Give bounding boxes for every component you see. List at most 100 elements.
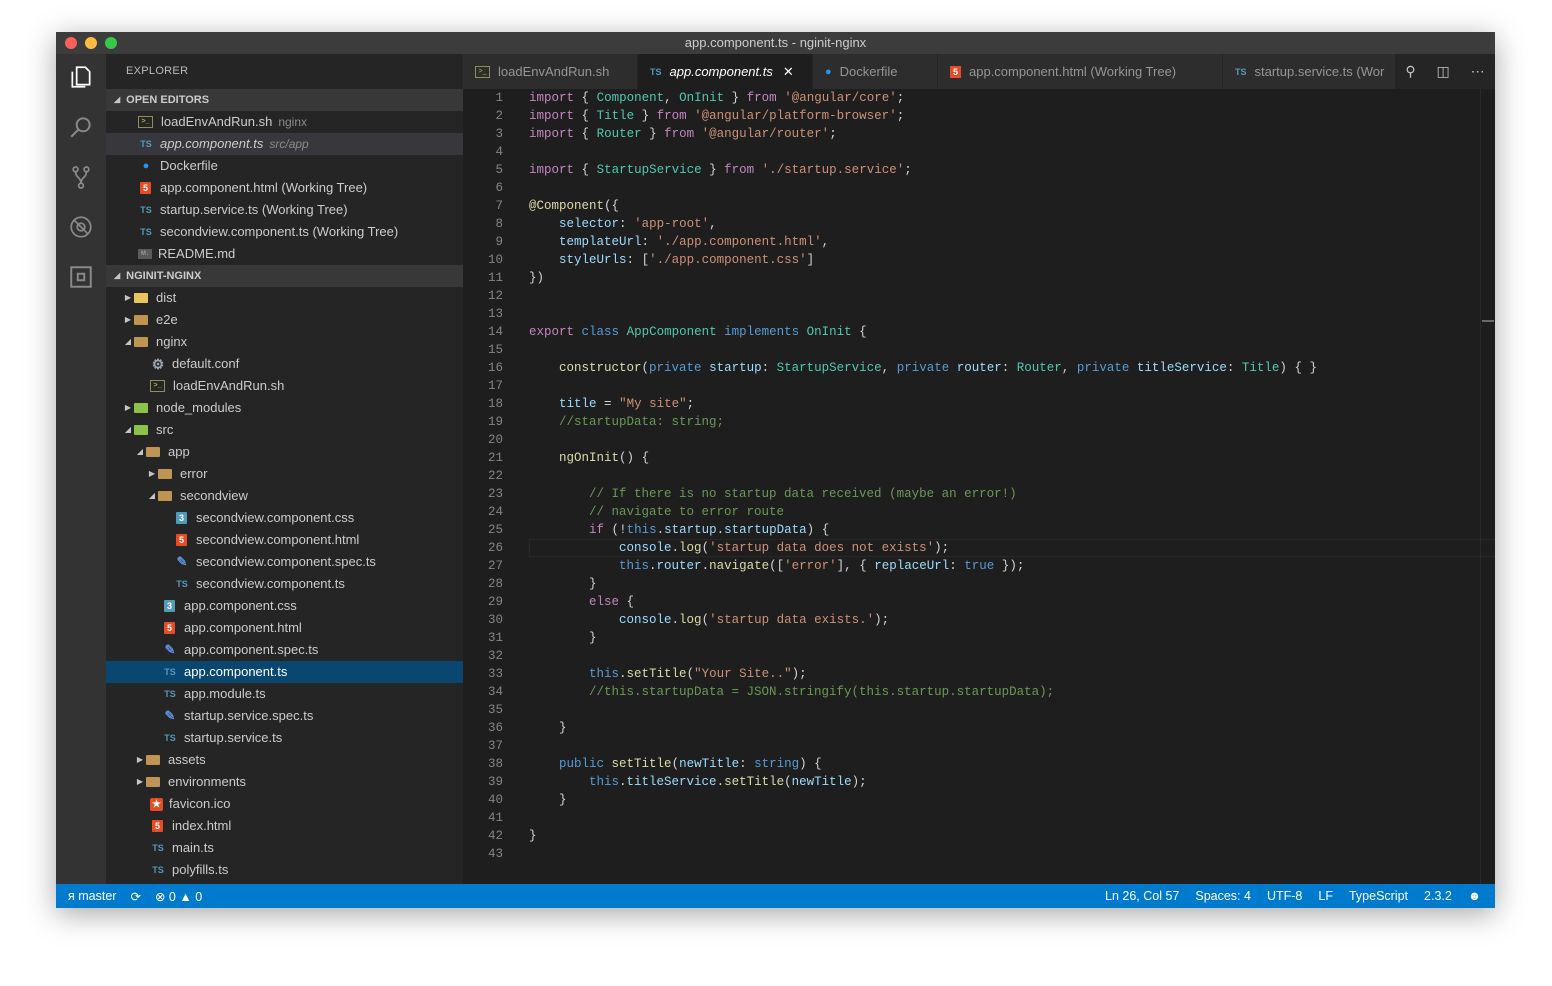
explorer-icon[interactable]	[66, 62, 96, 92]
open-editor-item[interactable]: TS startup.service.ts (Working Tree)	[106, 199, 463, 221]
line-text[interactable]: public setTitle(newTitle: string) {	[529, 755, 822, 773]
tab-app-component-ts[interactable]: TS app.component.ts ✕	[638, 54, 813, 89]
line-text[interactable]: import { Title } from '@angular/platform…	[529, 107, 904, 125]
code-line[interactable]: 5 import { StartupService } from './start…	[463, 161, 1495, 179]
code-line[interactable]: 24 // navigate to error route	[463, 503, 1495, 521]
tree-file[interactable]: TS polyfills.ts	[106, 859, 463, 881]
search-icon[interactable]	[66, 112, 96, 142]
feedback-smiley-icon[interactable]: ☻	[1468, 889, 1481, 903]
tree-file[interactable]: 3 app.component.css	[106, 595, 463, 617]
line-text[interactable]: constructor(private startup: StartupServ…	[529, 359, 1317, 377]
code-line[interactable]: 37	[463, 737, 1495, 755]
tree-folder-error[interactable]: ▶ error	[106, 463, 463, 485]
code-line[interactable]: 43	[463, 845, 1495, 863]
more-actions-icon[interactable]: ⋯	[1471, 63, 1485, 80]
code-line[interactable]: 18 title = "My site";	[463, 395, 1495, 413]
problems-indicator[interactable]: ⊗ 0 ▲ 0	[155, 889, 202, 904]
code-line[interactable]: 34 //this.startupData = JSON.stringify(t…	[463, 683, 1495, 701]
encoding[interactable]: UTF-8	[1267, 889, 1302, 903]
code-line[interactable]: 39 this.titleService.setTitle(newTitle);	[463, 773, 1495, 791]
line-text[interactable]: selector: 'app-root',	[529, 215, 717, 233]
zoom-window-button[interactable]	[105, 37, 117, 49]
open-editor-item[interactable]: >_ loadEnvAndRun.sh nginx	[106, 111, 463, 133]
open-changes-icon[interactable]: ⚲	[1405, 63, 1415, 80]
tree-file[interactable]: >_ loadEnvAndRun.sh	[106, 375, 463, 397]
open-editor-item[interactable]: ● Dockerfile	[106, 155, 463, 177]
extensions-icon[interactable]	[66, 262, 96, 292]
line-text[interactable]: })	[529, 269, 544, 287]
project-header[interactable]: ◢ NGINIT-NGINX	[106, 265, 463, 287]
line-text[interactable]: //startupData: string;	[529, 413, 724, 431]
open-editor-item[interactable]: M↓ README.md	[106, 243, 463, 265]
typescript-version[interactable]: 2.3.2	[1424, 889, 1452, 903]
source-control-icon[interactable]	[66, 162, 96, 192]
tree-folder-e2e[interactable]: ▶ e2e	[106, 309, 463, 331]
code-line[interactable]: 26 console.log('startup data does not ex…	[463, 539, 1495, 557]
code-line[interactable]: 12	[463, 287, 1495, 305]
tree-file[interactable]: ⚙ default.conf	[106, 353, 463, 375]
tree-file[interactable]: 5 index.html	[106, 815, 463, 837]
line-text[interactable]: //this.startupData = JSON.stringify(this…	[529, 683, 1054, 701]
debug-icon[interactable]	[66, 212, 96, 242]
line-text[interactable]: ngOnInit() {	[529, 449, 649, 467]
code-line[interactable]: 10 styleUrls: ['./app.component.css']	[463, 251, 1495, 269]
open-editor-item[interactable]: 5 app.component.html (Working Tree)	[106, 177, 463, 199]
tree-file[interactable]: ✎ app.component.spec.ts	[106, 639, 463, 661]
line-text[interactable]: }	[529, 719, 567, 737]
code-line[interactable]: 17	[463, 377, 1495, 395]
tree-file[interactable]: ✎ secondview.component.spec.ts	[106, 551, 463, 573]
line-text[interactable]: }	[529, 629, 597, 647]
code-line[interactable]: 3 import { Router } from '@angular/router…	[463, 125, 1495, 143]
tree-folder-secondview[interactable]: ◢ secondview	[106, 485, 463, 507]
tree-file[interactable]: 3 secondview.component.css	[106, 507, 463, 529]
code-line[interactable]: 31 }	[463, 629, 1495, 647]
line-text[interactable]: this.titleService.setTitle(newTitle);	[529, 773, 867, 791]
tree-file-selected[interactable]: TS app.component.ts	[106, 661, 463, 683]
line-text[interactable]: title = "My site";	[529, 395, 694, 413]
line-text[interactable]: this.setTitle("Your Site..");	[529, 665, 807, 683]
line-text[interactable]: console.log('startup data exists.');	[529, 611, 889, 629]
line-text[interactable]: import { Component, OnInit } from '@angu…	[529, 89, 904, 107]
code-line[interactable]: 4	[463, 143, 1495, 161]
code-line[interactable]: 6	[463, 179, 1495, 197]
tab-loadenvandrun[interactable]: >_ loadEnvAndRun.sh	[463, 54, 638, 89]
line-text[interactable]: // navigate to error route	[529, 503, 784, 521]
code-line[interactable]: 40 }	[463, 791, 1495, 809]
code-line[interactable]: 1 import { Component, OnInit } from '@ang…	[463, 89, 1495, 107]
tree-file[interactable]: 5 app.component.html	[106, 617, 463, 639]
minimize-window-button[interactable]	[85, 37, 97, 49]
indentation[interactable]: Spaces: 4	[1195, 889, 1251, 903]
tab-startup-service[interactable]: TS startup.service.ts (Wor	[1223, 54, 1418, 89]
close-icon[interactable]: ✕	[783, 64, 794, 80]
code-line[interactable]: 30 console.log('startup data exists.');	[463, 611, 1495, 629]
code-line[interactable]: 2 import { Title } from '@angular/platfor…	[463, 107, 1495, 125]
scrollbar-marker[interactable]	[1482, 320, 1494, 322]
code-line[interactable]: 14 export class AppComponent implements O…	[463, 323, 1495, 341]
code-line[interactable]: 23 // If there is no startup data receiv…	[463, 485, 1495, 503]
tree-folder-dist[interactable]: ▶ dist	[106, 287, 463, 309]
tree-file[interactable]: ✎ startup.service.spec.ts	[106, 705, 463, 727]
line-text[interactable]: // If there is no startup data received …	[529, 485, 1017, 503]
line-text[interactable]: }	[529, 791, 567, 809]
code-line[interactable]: 13	[463, 305, 1495, 323]
open-editor-item[interactable]: TS app.component.ts src/app	[106, 133, 463, 155]
open-editors-header[interactable]: ◢ OPEN EDITORS	[106, 89, 463, 111]
code-line[interactable]: 8 selector: 'app-root',	[463, 215, 1495, 233]
line-text[interactable]: templateUrl: './app.component.html',	[529, 233, 829, 251]
tree-file[interactable]: ★ favicon.ico	[106, 793, 463, 815]
code-line[interactable]: 20	[463, 431, 1495, 449]
code-line[interactable]: 29 else {	[463, 593, 1495, 611]
code-line[interactable]: 19 //startupData: string;	[463, 413, 1495, 431]
branch-indicator[interactable]: ᴙ master	[68, 889, 116, 903]
code-line[interactable]: 42}	[463, 827, 1495, 845]
tree-folder-assets[interactable]: ▶ assets	[106, 749, 463, 771]
tree-file[interactable]: TS secondview.component.ts	[106, 573, 463, 595]
code-line[interactable]: 38 public setTitle(newTitle: string) {	[463, 755, 1495, 773]
code-line[interactable]: 32	[463, 647, 1495, 665]
tree-folder-app[interactable]: ◢ app	[106, 441, 463, 463]
code-line[interactable]: 16 constructor(private startup: StartupS…	[463, 359, 1495, 377]
code-line[interactable]: 28 }	[463, 575, 1495, 593]
line-text[interactable]: if (!this.startup.startupData) {	[529, 521, 829, 539]
code-editor[interactable]: 1 import { Component, OnInit } from '@ang…	[463, 89, 1495, 884]
code-line[interactable]: 21 ngOnInit() {	[463, 449, 1495, 467]
